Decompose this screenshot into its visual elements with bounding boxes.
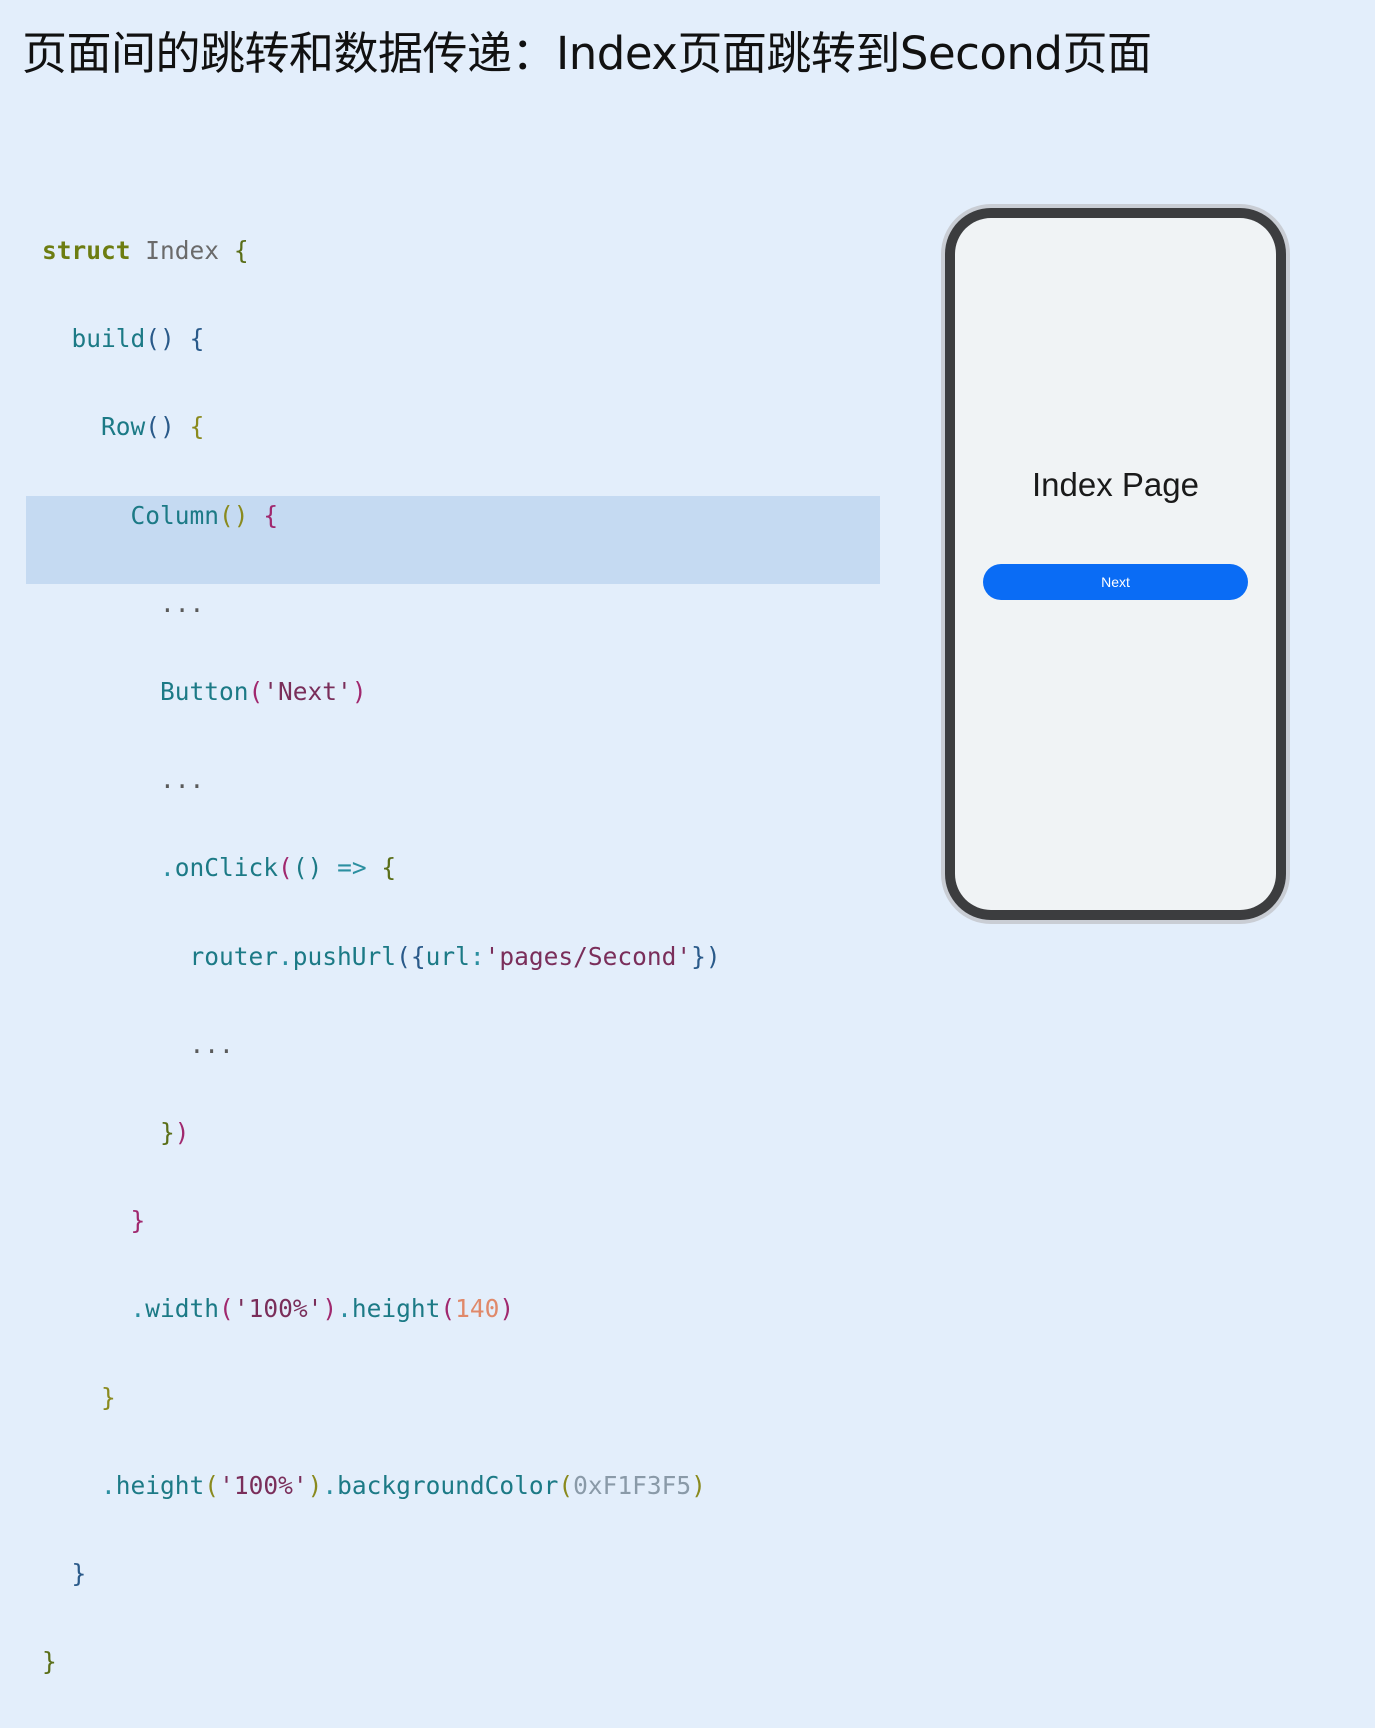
code-paren: ): [351, 677, 367, 707]
code-brace: }: [71, 1558, 87, 1588]
code-line-9: router.pushUrl({url:'pages/Second'}): [42, 935, 721, 979]
code-paren: (: [204, 1470, 220, 1500]
code-line-17: }: [42, 1640, 721, 1684]
code-ellipsis: ...: [160, 765, 205, 795]
code-paren: ): [307, 1470, 323, 1500]
code-line-8: .onClick(() => {: [42, 846, 721, 890]
phone-bezel: Index Page Next: [945, 208, 1286, 920]
code-brace: {: [189, 412, 205, 442]
code-function: Button: [160, 677, 249, 707]
code-parens: (): [292, 853, 323, 883]
code-line-11: }): [42, 1111, 721, 1155]
code-line-1: struct Index {: [42, 229, 721, 273]
code-brace: }: [101, 1382, 116, 1412]
code-function: onClick: [174, 853, 279, 883]
slide-title: 页面间的跳转和数据传递：Index页面跳转到Second页面: [22, 27, 1152, 80]
code-function: build: [71, 324, 146, 354]
code-brace: {: [233, 236, 249, 266]
code-dot: .: [130, 1294, 146, 1324]
code-paren: (: [278, 853, 293, 883]
code-dot: .: [322, 1470, 338, 1500]
phone-screen: Index Page Next: [955, 218, 1276, 910]
code-line-14: }: [42, 1376, 721, 1420]
page-heading: Index Page: [1032, 466, 1199, 503]
code-line-4: Column() {: [42, 494, 721, 538]
code-string: 'Next': [263, 677, 352, 707]
code-struct-name: Index: [145, 236, 220, 266]
code-parens: (): [145, 412, 175, 442]
code-ellipsis: ...: [160, 588, 205, 618]
code-function: Column: [130, 500, 220, 530]
code-string: '100%': [233, 1294, 323, 1324]
code-hex-value: 0xF1F3F5: [573, 1470, 692, 1500]
code-line-3: Row() {: [42, 405, 721, 449]
code-paren: ): [499, 1294, 515, 1324]
code-number: 140: [455, 1294, 500, 1324]
code-brace: }: [160, 1117, 175, 1147]
code-key: url: [425, 941, 470, 971]
code-parens: (): [145, 324, 175, 354]
code-line-7: ...: [42, 758, 721, 802]
code-dot: .: [278, 941, 293, 971]
code-paren: }): [691, 941, 721, 971]
code-string: '100%': [219, 1470, 308, 1500]
code-ellipsis: ...: [189, 1029, 234, 1059]
code-brace: {: [189, 324, 205, 354]
code-line-12: }: [42, 1199, 721, 1243]
code-paren: ): [691, 1470, 706, 1500]
code-brace: {: [381, 853, 397, 883]
code-line-5: ...: [42, 582, 721, 626]
code-arrow: =>: [337, 853, 367, 883]
code-paren: (: [440, 1294, 456, 1324]
code-object: router: [189, 941, 279, 971]
code-string: 'pages/Second': [484, 941, 692, 971]
code-dot: .: [337, 1294, 352, 1324]
code-colon: :: [469, 941, 485, 971]
code-paren: ): [322, 1294, 338, 1324]
code-parens: (): [219, 500, 249, 530]
code-line-10: ...: [42, 1023, 721, 1067]
code-line-15: .height('100%').backgroundColor(0xF1F3F5…: [42, 1464, 721, 1508]
code-keyword: struct: [42, 236, 131, 266]
code-line-13: .width('100%').height(140): [42, 1287, 721, 1331]
code-function: Row: [101, 412, 146, 442]
code-paren: (: [558, 1470, 574, 1500]
code-paren: (: [219, 1294, 234, 1324]
code-paren: ): [174, 1117, 190, 1147]
code-function: backgroundColor: [337, 1470, 559, 1500]
code-paren: (: [248, 677, 264, 707]
code-dot: .: [160, 853, 175, 883]
code-function: height: [351, 1294, 441, 1324]
code-brace: {: [263, 500, 279, 530]
code-function: pushUrl: [292, 941, 397, 971]
next-button[interactable]: Next: [983, 564, 1248, 600]
code-dot: .: [101, 1470, 116, 1500]
code-paren: ({: [396, 941, 426, 971]
code-line-6: Button('Next'): [42, 670, 721, 714]
code-line-2: build() {: [42, 317, 721, 361]
code-block: struct Index { build() { Row() { Column(…: [42, 185, 721, 1728]
code-function: height: [115, 1470, 205, 1500]
code-brace: }: [130, 1206, 146, 1236]
code-brace: }: [42, 1647, 57, 1677]
code-function: width: [145, 1294, 220, 1324]
phone-mockup: Index Page Next: [941, 204, 1290, 924]
code-line-16: }: [42, 1552, 721, 1596]
